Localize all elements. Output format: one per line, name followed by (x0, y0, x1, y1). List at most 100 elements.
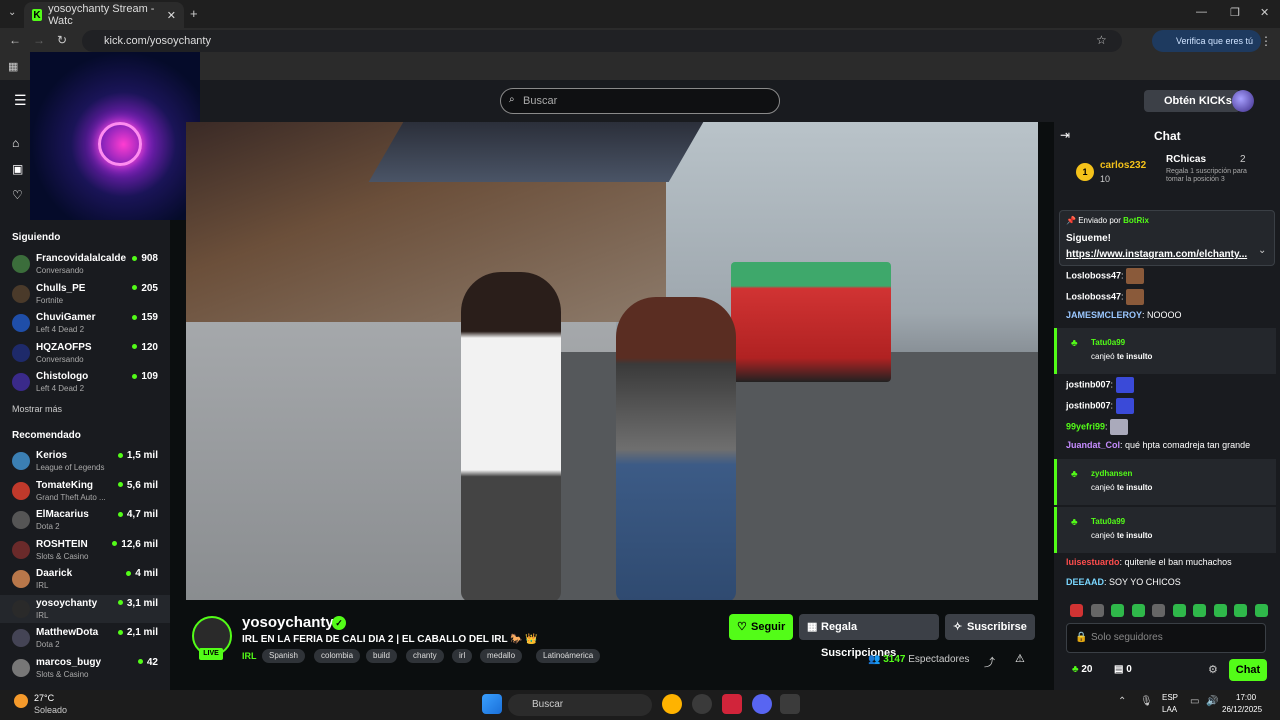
channel-name[interactable]: yosoychanty (242, 614, 334, 631)
boxes-counter[interactable]: ▤ 0 (1114, 664, 1132, 675)
channel-points[interactable]: ♣ 20 (1072, 664, 1092, 675)
chat-username[interactable]: Juandat_Col (1066, 440, 1120, 450)
sidebar-channel-row[interactable]: Chulls_PE Fortnite 205 (0, 280, 170, 308)
sidebar-channel-row[interactable]: ChuviGamer Left 4 Dead 2 159 (0, 309, 170, 337)
quick-emote-icon[interactable] (1213, 604, 1227, 617)
browser-tab[interactable]: K yosoychanty Stream - Watc ✕ (24, 2, 184, 28)
app-red-icon[interactable] (722, 694, 742, 714)
apps-grid-icon[interactable]: ▦ (8, 60, 18, 73)
lock-icon: 🔒 (1075, 632, 1088, 643)
follow-button[interactable]: ♡ Seguir (729, 614, 793, 640)
search-input[interactable]: Buscar (500, 88, 780, 114)
channel-avatar (12, 314, 30, 332)
stream-tag[interactable]: colombia (314, 649, 361, 663)
sidebar-channel-row[interactable]: Chistologo Left 4 Dead 2 109 (0, 368, 170, 396)
sidebar-channel-row[interactable]: HQZAOFPS Conversando 120 (0, 339, 170, 367)
browser-menu-icon[interactable]: ⋮ (1260, 34, 1272, 48)
quick-emote-icon[interactable] (1172, 604, 1186, 617)
chat-username[interactable]: jostinb007 (1066, 400, 1111, 410)
chat-settings-gear-icon[interactable]: ⚙ (1208, 663, 1218, 676)
show-more-link[interactable]: Mostrar más (12, 404, 62, 414)
following-heart-icon[interactable]: ♡ (12, 188, 23, 202)
redeem-user[interactable]: Tatu0a99 (1091, 517, 1125, 526)
hamburger-menu-icon[interactable]: ☰ (14, 92, 27, 109)
quick-emote-icon[interactable] (1090, 604, 1104, 617)
mic-icon[interactable]: 🎙 (1140, 696, 1153, 707)
chat-username[interactable]: 99yefri99 (1066, 421, 1105, 431)
close-window-icon[interactable]: ✕ (1260, 6, 1269, 19)
discord-icon[interactable] (752, 694, 772, 714)
forward-icon[interactable]: → (33, 33, 45, 47)
chat-username[interactable]: JAMESMCLEROY (1066, 310, 1142, 320)
chat-username[interactable]: Losloboss47 (1066, 270, 1121, 280)
chat-username[interactable]: Losloboss47 (1066, 291, 1121, 301)
home-icon[interactable]: ⌂ (12, 136, 19, 150)
chat-input[interactable]: Solo seguidores (1066, 623, 1266, 653)
stream-tag[interactable]: medallo (480, 649, 523, 663)
maximize-icon[interactable]: ❐ (1230, 6, 1240, 19)
obs-icon[interactable] (692, 694, 712, 714)
minimize-icon[interactable]: — (1196, 6, 1207, 18)
reload-icon[interactable]: ↻ (57, 33, 67, 47)
lang-1[interactable]: ESP (1162, 693, 1178, 702)
leader-1-name[interactable]: carlos232 (1100, 160, 1146, 171)
gift-subs-button[interactable]: ▦ Regala Suscripciones (799, 614, 939, 659)
redeem-user[interactable]: Tatu0a99 (1091, 338, 1125, 347)
taskbar-search[interactable]: Buscar (508, 694, 652, 716)
sidebar-channel-row[interactable]: Daarick IRL 4 mil (0, 565, 170, 593)
video-player[interactable] (186, 122, 1038, 600)
quick-emote-icon[interactable] (1234, 604, 1247, 617)
user-avatar[interactable] (1232, 90, 1254, 112)
send-chat-button[interactable]: Chat (1229, 659, 1267, 681)
quick-emote-icon[interactable] (1070, 604, 1083, 617)
sidebar-channel-row[interactable]: TomateKing Grand Theft Auto ... 5,6 mil (0, 477, 170, 505)
clock-time[interactable]: 17:00 (1236, 693, 1256, 702)
weather-temp[interactable]: 27°C (34, 693, 54, 703)
share-icon[interactable]: ⤴ (984, 654, 995, 670)
bookmark-star-icon[interactable]: ☆ (1096, 33, 1107, 47)
close-tab-icon[interactable]: ✕ (167, 9, 176, 22)
quick-emote-icon[interactable] (1131, 604, 1145, 617)
quick-emote-icon[interactable] (1152, 604, 1165, 617)
sidebar-channel-row[interactable]: ElMacarius Dota 2 4,7 mil (0, 506, 170, 534)
tab-list-icon[interactable]: ⌄ (8, 7, 16, 18)
chat-username[interactable]: jostinb007 (1066, 379, 1111, 389)
network-icon[interactable]: ▭ (1190, 696, 1199, 707)
sidebar-channel-row[interactable]: Francovidalalcalde Conversando 908 (0, 250, 170, 278)
browse-icon[interactable]: ▣ (12, 162, 23, 176)
stream-category[interactable]: IRL (242, 651, 257, 661)
stream-tag[interactable]: irl (452, 649, 473, 663)
report-icon[interactable]: ⚠ (1015, 652, 1025, 665)
redeem-user[interactable]: zydhansen (1091, 469, 1132, 478)
collapse-chat-icon[interactable]: ⇥ (1060, 128, 1070, 142)
picture-in-picture-window[interactable] (30, 52, 200, 220)
stream-tag[interactable]: chanty (406, 649, 444, 663)
stream-tag[interactable]: Latinoámerica (536, 649, 601, 663)
quick-emote-icon[interactable] (1193, 604, 1206, 617)
chat-username[interactable]: luisestuardo (1066, 557, 1120, 567)
sidebar-channel-row[interactable]: MatthewDota Dota 2 2,1 mil (0, 624, 170, 652)
volume-icon[interactable]: 🔊 (1206, 696, 1218, 707)
back-icon[interactable]: ← (9, 33, 21, 47)
sidebar-channel-row[interactable]: Kerios League of Legends 1,5 mil (0, 447, 170, 475)
pinned-link[interactable]: https://www.instagram.com/elchanty... (1066, 249, 1247, 260)
sidebar-channel-row[interactable]: yosoychanty IRL 3,1 mil (0, 594, 170, 623)
chat-username[interactable]: DEEAAD (1066, 577, 1104, 587)
windows-start-icon[interactable] (482, 694, 502, 714)
sidebar-channel-row[interactable]: ROSHTEIN Slots & Casino 12,6 mil (0, 536, 170, 564)
quick-emote-icon[interactable] (1254, 604, 1268, 617)
verify-button[interactable]: Verifica que eres tú (1152, 30, 1262, 52)
tray-chevron-icon[interactable]: ⌃ (1118, 696, 1126, 707)
stream-tag[interactable]: build (366, 649, 397, 663)
new-tab-icon[interactable]: + (190, 6, 198, 21)
subscribe-button[interactable]: ✧ Suscribirse (945, 614, 1035, 640)
quick-emote-icon[interactable] (1111, 604, 1124, 617)
sidebar-channel-row[interactable]: marcos_bugy Slots & Casino 42 (0, 654, 170, 682)
url-field[interactable]: kick.com/yosoychanty (82, 30, 1122, 52)
stream-tag[interactable]: Spanish (262, 649, 305, 663)
brave-browser-icon[interactable] (662, 694, 682, 714)
chrome-icon[interactable] (780, 694, 800, 714)
leader-2-name[interactable]: RChicas (1166, 154, 1206, 165)
get-kicks-button[interactable]: Obtén KICKs (1144, 90, 1240, 112)
expand-pinned-icon[interactable]: ⌄ (1258, 245, 1266, 256)
